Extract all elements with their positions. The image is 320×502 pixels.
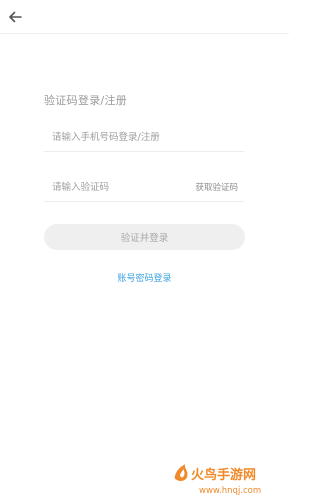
verify-login-button[interactable]: 验证并登录: [44, 224, 245, 250]
back-button[interactable]: [4, 6, 26, 28]
svg-text:www.hnqj.com: www.hnqj.com: [199, 486, 261, 496]
page-title: 验证码登录/注册: [44, 94, 128, 107]
svg-text:火鸟手游网: 火鸟手游网: [191, 467, 256, 483]
password-login-link[interactable]: 账号密码登录: [0, 271, 289, 284]
watermark-logo: 火鸟手游网 www.hnqj.com: [174, 464, 261, 496]
code-field: 获取验证码: [44, 174, 244, 202]
get-code-button[interactable]: 获取验证码: [195, 181, 238, 193]
phone-input[interactable]: [44, 124, 244, 150]
arrow-left-icon: [9, 11, 22, 23]
top-bar: [0, 0, 289, 34]
phone-field: [44, 124, 244, 152]
verification-code-input[interactable]: [44, 174, 174, 200]
